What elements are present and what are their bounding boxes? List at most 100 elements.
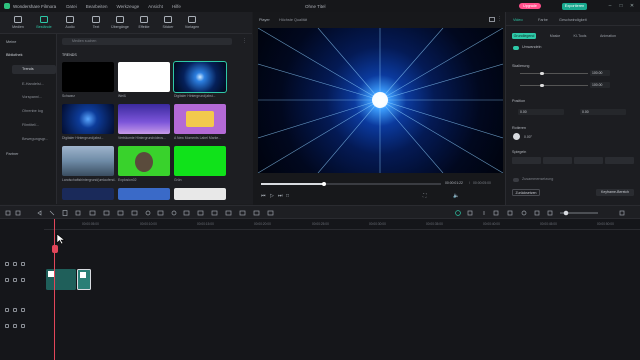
thumb-digital-bg-2[interactable] (62, 104, 114, 134)
track-audio-icon[interactable] (13, 308, 17, 312)
tab-media[interactable]: Medien (6, 14, 30, 32)
menu-edit[interactable]: Bearbeiten (86, 4, 108, 9)
keyframe-button[interactable]: Keyframe-Bereich (596, 189, 634, 196)
sidebar-item-mine[interactable]: Meine (6, 40, 16, 44)
menu-help[interactable]: Hilfe (172, 4, 181, 9)
thumb-digital-bg-1[interactable] (173, 61, 227, 93)
play-icon[interactable]: ▷ (270, 193, 274, 199)
scale-x-slider[interactable] (520, 71, 588, 75)
flip-vertical-button[interactable] (512, 157, 541, 164)
sidebar-item-trends[interactable]: Trends (22, 67, 34, 71)
sidebar-item-motion[interactable]: Bewegungsgr... (22, 137, 48, 141)
reset-button[interactable]: Zurücksetzen (512, 189, 540, 196)
scale-y-value[interactable]: 100.00 (590, 82, 610, 88)
playhead-handle[interactable] (51, 245, 58, 253)
maximize-icon[interactable]: □ (618, 3, 624, 9)
sidebar-item-intro[interactable]: Vorspann/... (22, 95, 42, 99)
prev-frame-icon[interactable]: ⏮ (261, 193, 266, 199)
track-eye-icon[interactable] (21, 308, 25, 312)
position-x[interactable]: 0.00 (518, 109, 564, 115)
tab-color[interactable]: Farbe (538, 18, 548, 22)
track-lock-icon[interactable] (13, 324, 17, 328)
menu-view[interactable]: Ansicht (148, 4, 163, 9)
minimize-icon[interactable]: – (607, 3, 613, 9)
compositing-toggle[interactable] (513, 178, 519, 182)
flip-horizontal-button[interactable] (543, 157, 572, 164)
subtab-mask[interactable]: Maske (546, 33, 564, 39)
video-clip-2[interactable] (77, 269, 91, 290)
thumb-more-3[interactable] (174, 188, 226, 200)
player-tab[interactable]: Player (259, 18, 270, 22)
compositing-label: Zusammensetzung (522, 177, 554, 181)
rotate-right-button[interactable] (605, 157, 634, 164)
thumb-green[interactable] (174, 146, 226, 176)
video-clip-1[interactable] (46, 269, 76, 290)
effects-icon (140, 16, 148, 23)
sidebar-item-ears[interactable]: Ohrenbe log (22, 109, 43, 113)
media-icon (14, 16, 22, 23)
track-lock-icon[interactable] (5, 308, 9, 312)
tab-stickers[interactable]: Sticker (156, 14, 180, 32)
upgrade-button[interactable]: Upgrade (519, 3, 541, 9)
track-audio-icon[interactable] (13, 278, 17, 282)
thumb-black[interactable] (62, 62, 114, 92)
player-panel: Player Höchste Qualität ⋮ 00:00:01:22 / … (253, 12, 505, 205)
sidebar-item-ecommerce[interactable]: E-Handelsi... (22, 82, 44, 86)
thumb-label-marker[interactable] (174, 104, 226, 134)
rotate-value[interactable]: 0.00° (524, 135, 532, 139)
sidebar-item-partner[interactable]: Partner (6, 152, 18, 156)
playhead[interactable] (54, 219, 55, 360)
tab-video[interactable]: Video (513, 18, 523, 22)
tab-audio[interactable]: Audio (58, 14, 82, 32)
thumb-label: Digitaler Hintergrund(abst... (174, 94, 216, 98)
tab-stock[interactable]: Bestände (32, 14, 56, 32)
thumb-white[interactable] (118, 62, 170, 92)
menu-file[interactable]: Datei (66, 4, 77, 9)
subtab-ai-tools[interactable]: KI-Tools (570, 33, 590, 39)
more-icon[interactable]: ⋮ (242, 38, 247, 44)
stock-icon (40, 16, 48, 23)
search-input[interactable]: Medien suchen (62, 38, 232, 45)
quality-select[interactable]: Höchste Qualität (279, 18, 307, 22)
track-lock-icon[interactable] (5, 278, 9, 282)
next-frame-icon[interactable]: ⏭ (278, 193, 283, 199)
track-eye-icon[interactable] (21, 262, 25, 266)
menu-tools[interactable]: Werkzeuge (116, 4, 139, 9)
app-logo-icon (4, 3, 10, 9)
tab-transitions[interactable]: Übergänge (108, 14, 132, 32)
snapshot-icon[interactable] (489, 17, 495, 22)
export-button[interactable]: Exportieren (562, 2, 587, 10)
tab-text[interactable]: Text (84, 14, 108, 32)
rotate-left-button[interactable] (574, 157, 603, 164)
thumb-more-2[interactable] (118, 188, 170, 200)
ruler-tick: 00:00:30:00 (369, 222, 386, 226)
sidebar-item-library[interactable]: Bibliothek (6, 53, 22, 57)
track-eye-icon[interactable] (21, 324, 25, 328)
track-eye-icon[interactable] (21, 278, 25, 282)
subtab-basic[interactable]: Grundlegend (512, 33, 536, 39)
track-lock-icon[interactable] (5, 262, 9, 266)
playback-scrubber[interactable] (261, 181, 441, 186)
track-audio-icon[interactable] (13, 262, 17, 266)
rotate-dial[interactable] (513, 133, 520, 140)
thumb-explosion[interactable] (118, 146, 170, 176)
tab-templates[interactable]: Vorlagen (180, 14, 204, 32)
volume-icon[interactable]: 🔈 (453, 193, 459, 199)
position-y[interactable]: 0.00 (580, 109, 626, 115)
tab-effects[interactable]: Effekte (132, 14, 156, 32)
fullscreen-icon[interactable]: ⛶ (423, 193, 427, 199)
transform-toggle[interactable] (513, 46, 519, 50)
scale-y-slider[interactable] (520, 83, 588, 87)
stop-icon[interactable]: □ (286, 193, 289, 199)
timeline[interactable]: 00:00:05:00 00:00:10:00 00:00:15:00 00:0… (0, 219, 640, 360)
ruler-tick: 00:00:10:00 (140, 222, 157, 226)
thumb-dreamy-bg[interactable] (118, 104, 170, 134)
thumb-more-1[interactable] (62, 188, 114, 200)
thumb-landscape[interactable] (62, 146, 114, 176)
more-icon[interactable]: ⋮ (497, 16, 502, 22)
sidebar-item-filmtitle[interactable]: Filmtitel/... (22, 123, 39, 127)
tab-speed[interactable]: Geschwindigkeit (559, 18, 587, 22)
subtab-animation[interactable]: Animation (596, 33, 620, 39)
close-icon[interactable]: ✕ (629, 3, 635, 9)
scale-x-value[interactable]: 100.00 (590, 70, 610, 76)
